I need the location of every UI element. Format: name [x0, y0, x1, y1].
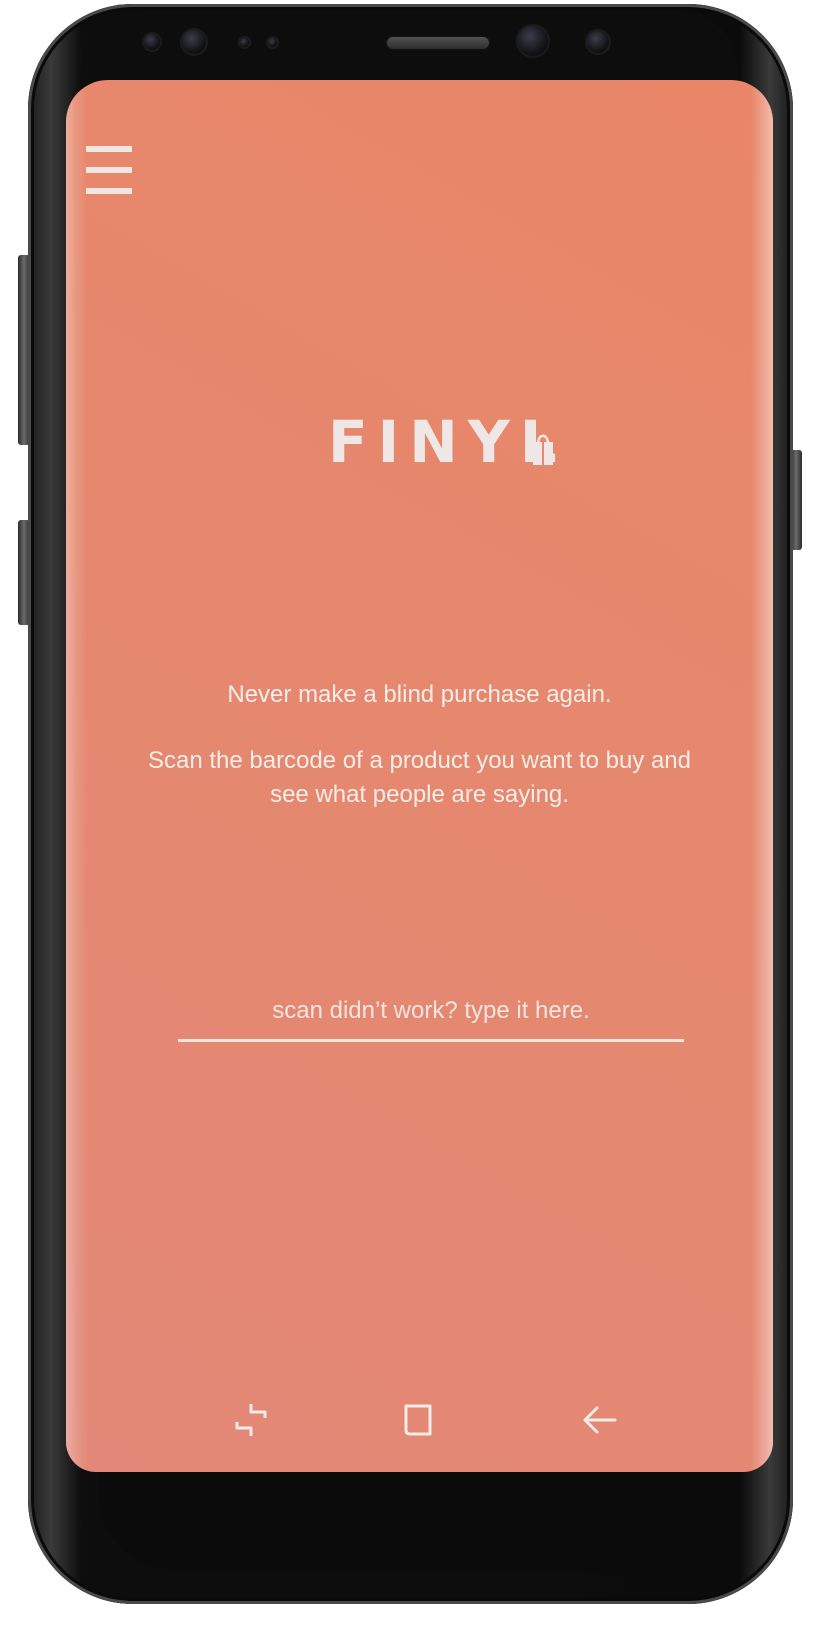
shopping-bag-icon: [533, 434, 553, 465]
home-square-icon[interactable]: [396, 1398, 440, 1442]
iris-sensor: [587, 31, 609, 53]
barcode-input[interactable]: [178, 985, 684, 1037]
app-screen: FINYL Never make a blind purchase again.…: [66, 80, 773, 1472]
phone-frame: FINYL Never make a blind purchase again.…: [28, 4, 793, 1604]
light-sensor-2: [268, 38, 277, 47]
barcode-entry: [178, 985, 684, 1045]
earpiece-speaker: [386, 36, 490, 50]
hamburger-menu-icon-bar: [86, 188, 132, 194]
device-mockup: FINYL Never make a blind purchase again.…: [0, 0, 821, 1645]
back-arrow-icon[interactable]: [577, 1398, 621, 1442]
light-sensor-1: [240, 38, 249, 47]
iris-camera: [182, 30, 206, 54]
hamburger-menu-icon-bar: [86, 167, 132, 173]
input-underline: [178, 1039, 684, 1042]
front-camera: [518, 26, 548, 56]
bottom-bezel: [98, 1472, 723, 1572]
hamburger-menu-icon: [86, 146, 132, 152]
menu-button[interactable]: [86, 146, 132, 194]
recent-apps-icon[interactable]: [229, 1398, 273, 1442]
proximity-sensor: [144, 34, 160, 50]
tagline-primary: Never make a blind purchase again.: [227, 681, 612, 708]
tagline-secondary: Scan the barcode of a product you want t…: [147, 747, 692, 808]
